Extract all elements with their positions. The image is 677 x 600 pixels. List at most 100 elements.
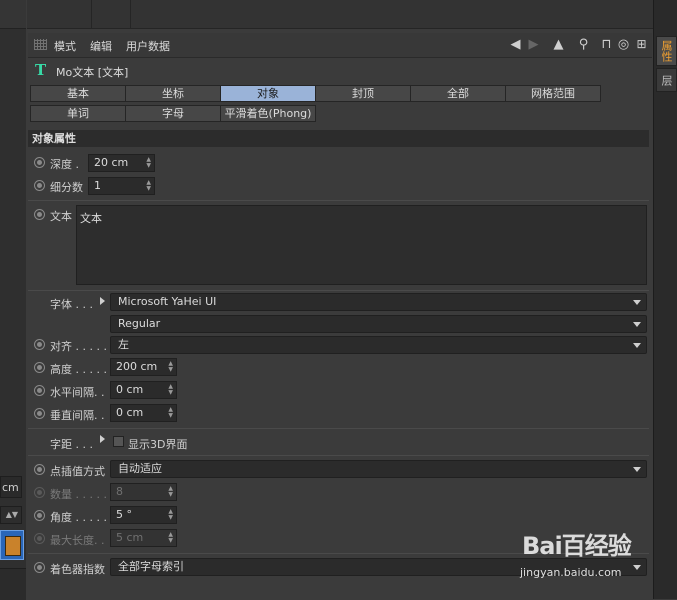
font-style-value: Regular	[118, 317, 161, 330]
stepper-icon[interactable]: ▲ ▼	[168, 361, 173, 373]
chevron-down-icon	[633, 565, 641, 570]
chevron-down-icon	[633, 467, 641, 472]
count-value: 8	[116, 485, 123, 498]
font-style-dropdown[interactable]: Regular	[110, 315, 647, 333]
anim-radio-vspace[interactable]	[34, 408, 45, 419]
anim-radio-depth[interactable]	[34, 157, 45, 168]
anim-radio-hspace[interactable]	[34, 385, 45, 396]
left-bottom-area	[0, 568, 26, 600]
tab-mesh-range[interactable]: 网格范围	[505, 85, 601, 102]
depth-value: 20 cm	[94, 156, 129, 169]
tab-all[interactable]: 全部	[410, 85, 506, 102]
target-icon[interactable]: ◎	[616, 37, 631, 52]
depth-field[interactable]: 20 cm ▲ ▼	[88, 154, 155, 172]
lock-icon[interactable]: ⊓	[599, 37, 614, 52]
subdiv-value: 1	[94, 179, 101, 192]
interp-value: 自动适应	[118, 462, 162, 475]
chevron-down-icon	[633, 322, 641, 327]
shader-value: 全部字母索引	[118, 560, 184, 573]
divider	[28, 290, 649, 291]
film-icon	[5, 536, 21, 556]
menu-edit[interactable]: 编辑	[90, 38, 112, 54]
maxlen-value: 5 cm	[116, 531, 144, 544]
side-tab-layers[interactable]: 层	[656, 68, 677, 92]
anim-radio-shader[interactable]	[34, 562, 45, 573]
menu-mode[interactable]: 模式	[54, 38, 76, 54]
top-cell	[27, 0, 92, 28]
left-stepper[interactable]: ▲▼	[0, 506, 22, 524]
tab-phong[interactable]: 平滑着色(Phong)	[220, 105, 316, 122]
hspace-field[interactable]: 0 cm ▲ ▼	[110, 381, 177, 399]
new-panel-icon[interactable]: ⊞	[634, 37, 649, 52]
stepper-icon: ▲ ▼	[168, 485, 173, 498]
show3d-checkbox[interactable]	[113, 436, 124, 447]
expand-icon[interactable]	[100, 297, 105, 305]
tab-object[interactable]: 对象	[220, 85, 316, 102]
anim-radio-subdiv[interactable]	[34, 180, 45, 191]
depth-label: 深度 .	[50, 158, 79, 171]
anim-radio-height[interactable]	[34, 362, 45, 373]
maxlen-label: 最大长度. .	[50, 534, 105, 547]
subdiv-label: 细分数	[50, 181, 83, 194]
forward-arrow-icon[interactable]: ▶	[526, 37, 541, 52]
subdiv-field[interactable]: 1 ▲ ▼	[88, 177, 155, 195]
show3d-label: 显示3D界面	[128, 438, 188, 451]
anim-radio-angle[interactable]	[34, 510, 45, 521]
angle-field[interactable]: 5 ° ▲ ▼	[110, 506, 177, 524]
divider	[28, 200, 649, 201]
height-field[interactable]: 200 cm ▲ ▼	[110, 358, 177, 376]
angle-label: 角度 . . . . .	[50, 511, 107, 524]
text-object-icon: T	[35, 61, 47, 79]
chevron-down-icon	[633, 300, 641, 305]
chevron-down-icon	[633, 343, 641, 348]
stepper-icon[interactable]: ▲ ▼	[168, 407, 173, 419]
side-tab-attributes[interactable]: 属性	[656, 36, 677, 66]
left-top-cell	[0, 0, 26, 29]
count-label: 数量 . . . . .	[50, 488, 107, 501]
render-icon-button[interactable]	[0, 530, 24, 560]
align-dropdown[interactable]: 左	[110, 336, 647, 354]
align-value: 左	[118, 338, 129, 351]
count-field: 8 ▲ ▼	[110, 483, 177, 501]
anim-radio-maxlen	[34, 533, 45, 544]
text-input[interactable]: 文本	[76, 205, 647, 285]
grip-icon[interactable]	[34, 39, 47, 50]
tab-letter[interactable]: 字母	[125, 105, 221, 122]
vspace-label: 垂直间隔. .	[50, 409, 105, 422]
shader-label: 着色器指数	[50, 563, 105, 576]
divider	[28, 455, 649, 456]
tab-coord[interactable]: 坐标	[125, 85, 221, 102]
cursor-up-icon[interactable]: ▲	[551, 37, 566, 52]
tab-word[interactable]: 单词	[30, 105, 126, 122]
left-unit-field[interactable]: cm	[0, 476, 22, 498]
stepper-icon[interactable]: ▲ ▼	[146, 157, 151, 169]
stepper-icon[interactable]: ▲ ▼	[168, 384, 173, 396]
hspace-label: 水平间隔. .	[50, 386, 105, 399]
menu-user-data[interactable]: 用户数据	[126, 38, 170, 54]
search-icon[interactable]: ⚲	[576, 37, 591, 52]
height-label: 高度 . . . . .	[50, 363, 107, 376]
section-header: 对象属性	[28, 130, 649, 147]
anim-radio-interp[interactable]	[34, 464, 45, 475]
divider	[28, 428, 649, 429]
text-label: 文本	[50, 210, 72, 223]
font-dropdown[interactable]: Microsoft YaHei UI	[110, 293, 647, 311]
shader-dropdown[interactable]: 全部字母索引	[110, 558, 647, 576]
kerning-label: 字距 . . .	[50, 438, 93, 451]
expand-icon[interactable]	[100, 435, 105, 443]
font-label: 字体 . . .	[50, 298, 93, 311]
font-value: Microsoft YaHei UI	[118, 295, 217, 308]
tab-basic[interactable]: 基本	[30, 85, 126, 102]
interp-dropdown[interactable]: 自动适应	[110, 460, 647, 478]
anim-radio-text[interactable]	[34, 209, 45, 220]
anim-radio-align[interactable]	[34, 339, 45, 350]
anim-radio-count	[34, 487, 45, 498]
back-arrow-icon[interactable]: ◀	[508, 37, 523, 52]
object-title: Mo文本 [文本]	[56, 66, 129, 79]
vspace-field[interactable]: 0 cm ▲ ▼	[110, 404, 177, 422]
stepper-icon[interactable]: ▲ ▼	[168, 509, 173, 521]
top-cell	[92, 0, 131, 28]
angle-value: 5 °	[116, 508, 132, 521]
stepper-icon[interactable]: ▲ ▼	[146, 180, 151, 192]
tab-caps[interactable]: 封顶	[315, 85, 411, 102]
